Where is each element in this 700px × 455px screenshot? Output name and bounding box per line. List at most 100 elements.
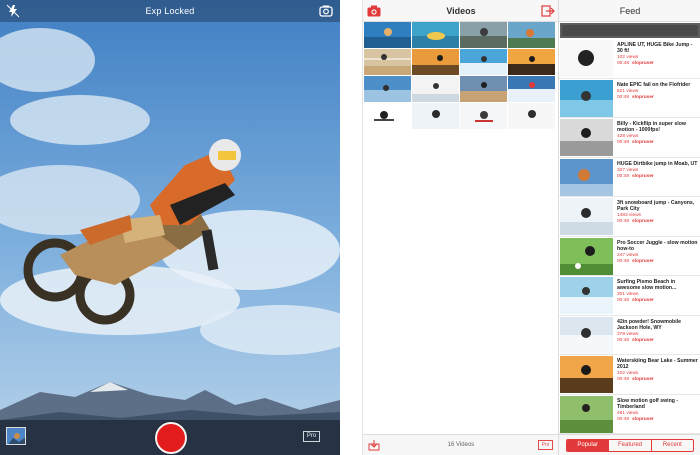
feed-item[interactable]: HUGE Dirtbike jump in Moab, UT 327 views… [559,158,700,197]
feed-item[interactable]: Surfing Pismo Beach in awesome slow moti… [559,276,700,316]
feed-item-duration: 00:48 [617,173,630,179]
video-thumbnail[interactable] [364,76,411,102]
videos-title: Videos [446,6,476,16]
feed-item[interactable]: 3ft snowboard jump - Canyons, Park City … [559,197,700,237]
video-thumbnail[interactable] [412,103,459,129]
camera-top-bar: Exp Locked [0,0,340,22]
flash-icon[interactable] [6,4,20,18]
video-count: 16 Videos [447,442,475,448]
video-thumbnail[interactable] [412,76,459,102]
feed-thumbnail [560,119,613,156]
feed-item-user[interactable]: slopruser [632,219,654,224]
feed-item-meta: 00:48 slopruser [617,338,699,344]
video-thumbnail[interactable] [460,76,507,102]
export-icon[interactable] [541,5,555,17]
tab-featured[interactable]: Featured [609,440,652,451]
tab-popular[interactable]: Popular [567,440,610,451]
feed-item-duration: 00:48 [617,219,630,225]
feed-item-user[interactable]: slopruser [632,61,654,66]
feed-item-title: HUGE Dirtbike jump in Moab, UT [617,160,698,167]
feed-item-meta: 00:48 slopruser [617,259,699,265]
feed-item-user[interactable]: slopruser [632,417,654,422]
camera-preview-image [0,0,340,455]
feed-item-title: Waterskiing Bear Lake - Summer 2012 [617,358,698,371]
video-thumbnail[interactable] [508,76,555,102]
feed-thumbnail [560,237,613,275]
feed-item-user[interactable]: slopruser [632,259,654,264]
feed-thumbnail [560,158,613,196]
feed-item-meta: 00:48 slopruser [617,298,699,304]
feed-item-meta: 00:48 slopruser [617,140,699,146]
camera-pro-button[interactable]: Pro [303,431,320,442]
feed-item[interactable]: APLINE UT, HUGE Bike Jump - 30 ft! 102 v… [559,39,700,79]
video-thumbnail[interactable] [508,49,555,75]
feed-footer: Popular Featured Recent [559,434,700,455]
feed-thumbnail [560,40,613,77]
feed-item-user[interactable]: slopruser [632,95,654,100]
feed-item-meta: 00:48 slopruser [617,219,699,225]
panel-divider [340,0,362,455]
feed-item-text: Billy - Kickflip in super slow motion - … [617,121,699,146]
feed-panel: Feed APLINE UT, HUGE Bike Jump - 30 ft! … [558,0,700,455]
camera-viewfinder[interactable]: Exp Locked Pro [0,0,340,455]
feed-item-user[interactable]: slopruser [632,377,654,382]
search-bar [560,23,700,38]
video-thumbnail[interactable] [412,49,459,75]
video-thumbnail[interactable] [508,22,555,48]
video-thumbnail[interactable] [364,103,411,129]
feed-item-title: Slow motion golf swing - Timberland [617,397,679,410]
video-thumbnail[interactable] [364,49,411,75]
tab-recent[interactable]: Recent [652,440,693,451]
feed-item[interactable]: Pro Soccer Juggle - slow motion how-to 2… [559,237,700,276]
feed-item[interactable]: 42in powder! Snowmobile Jackson Hole, WY… [559,316,700,355]
feed-item[interactable]: Nate EPIC fail on the Flofrider 621 view… [559,79,700,118]
feed-header: Feed [559,0,700,22]
feed-item-text: Pro Soccer Juggle - slow motion how-to 2… [617,240,699,265]
feed-item-duration: 00:48 [617,140,630,146]
video-thumbnail[interactable] [508,103,555,129]
camera-switch-icon[interactable] [319,4,333,18]
videos-header: Videos [363,0,559,22]
record-button[interactable] [155,422,187,454]
feed-item-title: 42in powder! Snowmobile Jackson Hole, WY [617,318,681,331]
video-thumbnail[interactable] [460,103,507,129]
video-thumbnail[interactable] [460,49,507,75]
feed-item[interactable]: Waterskiing Bear Lake - Summer 2012 102 … [559,355,700,395]
feed-item[interactable]: Billy - Kickflip in super slow motion - … [559,118,700,158]
video-thumbnail-grid [363,22,559,129]
feed-item-text: HUGE Dirtbike jump in Moab, UT 327 views… [617,161,699,180]
videos-footer: 16 Videos Pro [363,434,559,455]
feed-item-duration: 00:48 [617,258,630,264]
feed-item-title: Billy - Kickflip in super slow motion - … [617,121,686,134]
feed-item-duration: 00:48 [617,61,630,67]
feed-item-meta: 00:48 slopruser [617,377,699,383]
feed-item-user[interactable]: slopruser [632,140,654,145]
last-capture-thumbnail[interactable] [6,427,26,445]
feed-item-user[interactable]: slopruser [632,298,654,303]
feed-item-duration: 00:48 [617,377,630,383]
feed-item[interactable]: Slow motion golf swing - Timberland 481 … [559,395,700,434]
search-input[interactable] [562,25,698,36]
feed-item-duration: 00:48 [617,337,630,343]
feed-item-meta: 00:48 slopruser [617,61,699,67]
feed-thumbnail [560,395,613,433]
feed-item-text: Slow motion golf swing - Timberland 481 … [617,398,699,423]
feed-item-text: 3ft snowboard jump - Canyons, Park City … [617,200,699,225]
feed-item-meta: 00:48 slopruser [617,95,699,101]
feed-item-duration: 00:48 [617,298,630,304]
feed-list: APLINE UT, HUGE Bike Jump - 30 ft! 102 v… [559,39,700,434]
feed-thumbnail [560,277,613,314]
feed-item-user[interactable]: slopruser [632,338,654,343]
feed-thumbnail [560,198,613,235]
video-thumbnail[interactable] [412,22,459,48]
feed-filter-segmented-control: Popular Featured Recent [566,439,694,452]
exposure-status: Exp Locked [145,6,195,16]
feed-item-title: Nate EPIC fail on the Flofrider [617,81,691,88]
app-root: Exp Locked Pro Videos 16 Videos Pro Feed… [0,0,700,455]
feed-item-user[interactable]: slopruser [632,174,654,179]
feed-item-text: Waterskiing Bear Lake - Summer 2012 102 … [617,358,699,383]
videos-panel: Videos 16 Videos Pro [362,0,559,455]
video-thumbnail[interactable] [460,22,507,48]
videos-pro-button[interactable]: Pro [538,440,553,450]
video-thumbnail[interactable] [364,22,411,48]
